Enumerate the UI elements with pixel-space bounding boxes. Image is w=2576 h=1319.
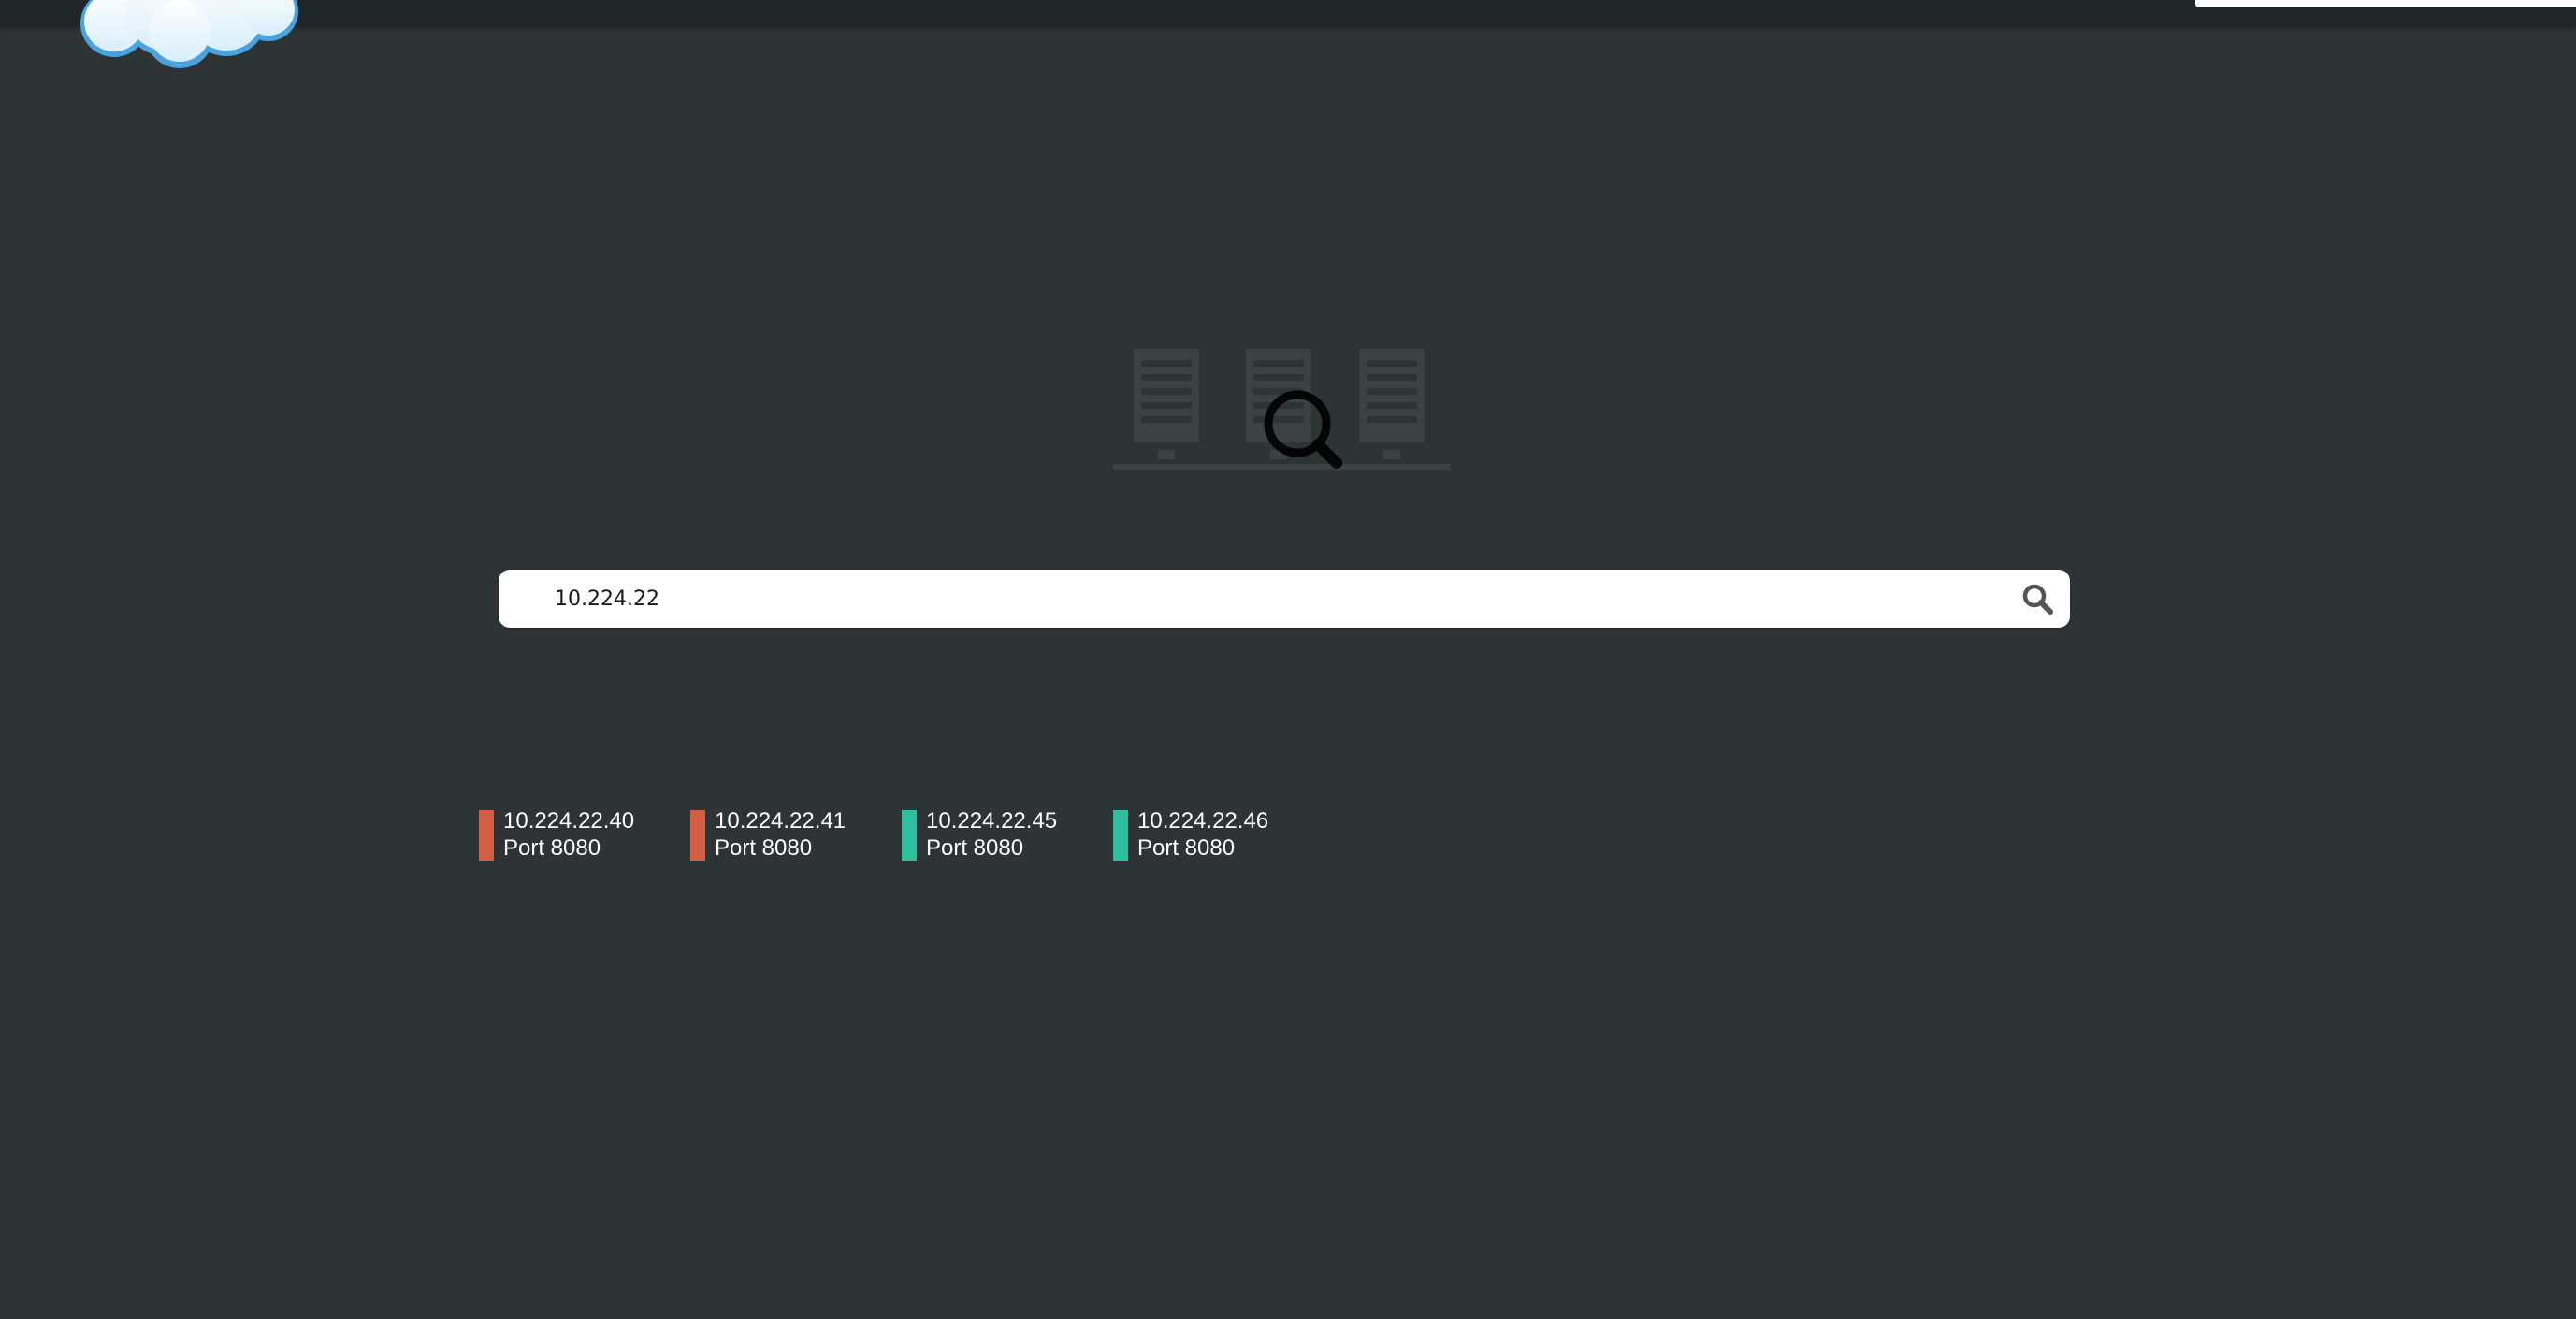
status-indicator <box>690 810 705 861</box>
result-item[interactable]: 10.224.22.46 Port 8080 <box>1113 808 1310 862</box>
result-item[interactable]: 10.224.22.41 Port 8080 <box>690 808 887 862</box>
result-port: Port 8080 <box>926 835 1024 861</box>
top-search-field[interactable] <box>2195 0 2576 7</box>
result-ip: 10.224.22.41 <box>715 808 847 833</box>
result-ip: 10.224.22.45 <box>926 808 1058 833</box>
result-ip: 10.224.22.46 <box>1137 808 1269 833</box>
search-bar <box>499 570 2070 628</box>
result-item[interactable]: 10.224.22.40 Port 8080 <box>479 808 675 862</box>
top-bar <box>0 0 2576 26</box>
status-indicator <box>1113 810 1128 861</box>
result-port: Port 8080 <box>715 835 813 861</box>
search-icon <box>2022 584 2053 615</box>
result-port: Port 8080 <box>503 835 601 861</box>
status-indicator <box>902 810 917 861</box>
status-indicator <box>479 810 494 861</box>
result-ip: 10.224.22.40 <box>503 808 635 833</box>
search-button[interactable] <box>2019 581 2057 618</box>
result-port: Port 8080 <box>1137 835 1236 861</box>
cloud-logo[interactable] <box>77 0 301 69</box>
result-item[interactable]: 10.224.22.45 Port 8080 <box>902 808 1098 862</box>
search-input[interactable] <box>555 570 1976 628</box>
server-search-icon <box>1113 349 1450 470</box>
